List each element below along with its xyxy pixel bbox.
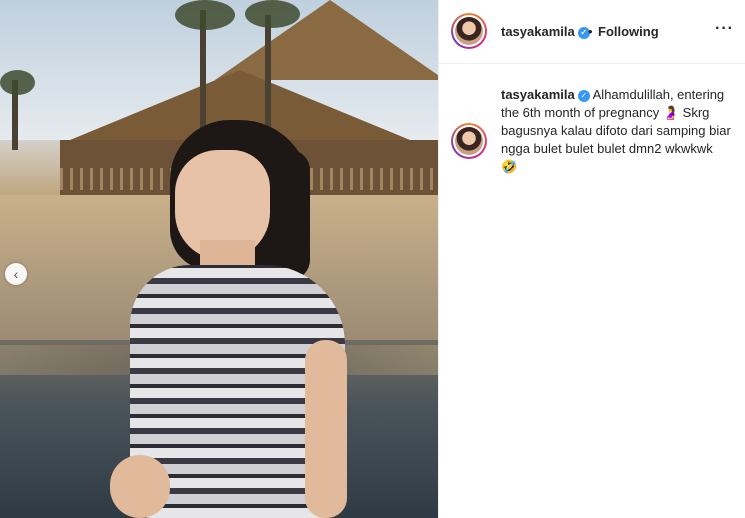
- separator-dot: •: [588, 24, 593, 39]
- caption-avatar[interactable]: [451, 123, 487, 159]
- photo-palm-leaves: [245, 0, 300, 28]
- photo-person-hand: [110, 455, 170, 518]
- caption-username[interactable]: tasyakamila: [501, 87, 575, 102]
- post-caption: tasyakamila ✓ Alhamdulillah, entering the…: [501, 86, 731, 176]
- following-button[interactable]: Following: [598, 24, 659, 39]
- post-header: tasyakamila ✓ • Following ···: [439, 0, 745, 64]
- avatar[interactable]: [451, 13, 487, 49]
- post-photo[interactable]: ‹: [0, 0, 438, 518]
- previous-image-button[interactable]: ‹: [5, 263, 27, 285]
- instagram-post: ‹ tasyakamila ✓ • Following ··· tasyakami…: [0, 0, 745, 518]
- chevron-left-icon: ‹: [13, 266, 19, 282]
- photo-palm-trunk: [265, 15, 271, 135]
- photo-palm-leaves: [0, 70, 35, 95]
- header-username[interactable]: tasyakamila ✓: [501, 24, 590, 39]
- avatar-image: [455, 17, 483, 45]
- more-options-icon[interactable]: ···: [715, 20, 734, 38]
- photo-person-arm: [305, 340, 347, 518]
- verified-badge-icon: ✓: [577, 89, 590, 102]
- post-side-panel: tasyakamila ✓ • Following ··· tasyakamila…: [438, 0, 745, 518]
- avatar-image: [455, 127, 483, 155]
- photo-palm-leaves: [175, 0, 235, 30]
